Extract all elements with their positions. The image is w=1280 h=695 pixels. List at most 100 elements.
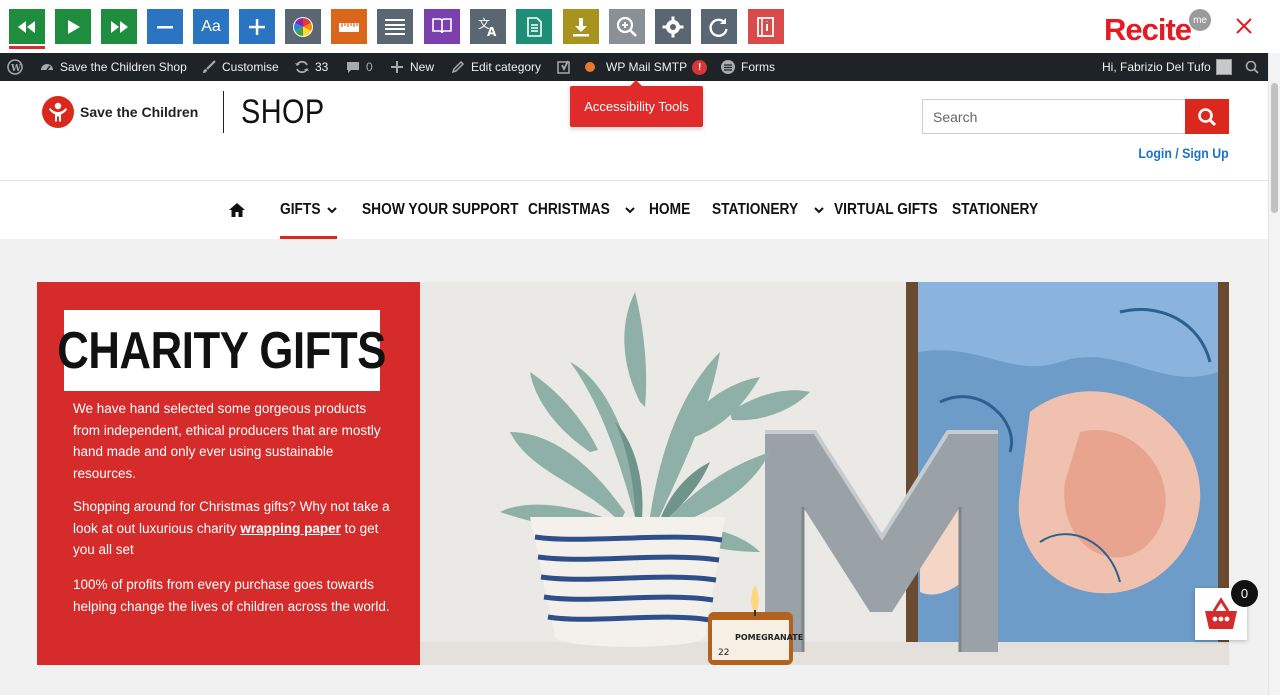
pencil-icon	[450, 59, 466, 75]
recite-toolbar: Aa 文A Recite me	[0, 0, 1280, 53]
admin-account-menu[interactable]: Hi, Fabrizio Del Tufo	[1102, 53, 1232, 81]
reset-button[interactable]	[701, 9, 737, 44]
text-only-icon	[527, 16, 542, 37]
admin-site-link[interactable]: Save the Children Shop	[39, 53, 187, 81]
refresh-icon	[294, 59, 310, 75]
dictionary-button[interactable]	[424, 9, 460, 44]
recite-logo-badge: me	[1189, 9, 1212, 31]
recite-logo-text: Recite	[1104, 12, 1192, 47]
wrapping-paper-link[interactable]: wrapping paper	[240, 521, 341, 536]
search-input[interactable]	[922, 99, 1185, 134]
rewind-button[interactable]	[9, 9, 45, 49]
ruler-icon	[339, 22, 359, 32]
dictionary-icon	[432, 17, 452, 33]
admin-smtp-link[interactable]: WP Mail SMTP !	[606, 53, 708, 81]
download-icon	[573, 17, 589, 36]
fast-forward-icon	[111, 20, 128, 33]
color-settings-button[interactable]	[285, 9, 321, 44]
nav-item-label: STATIONERY	[712, 201, 799, 218]
yoast-icon	[556, 59, 572, 75]
dashboard-icon	[39, 59, 55, 75]
font-button[interactable]: Aa	[193, 9, 229, 44]
recite-logo: Recite me	[1104, 9, 1212, 50]
recite-close-button[interactable]	[1230, 12, 1258, 40]
search-icon	[1198, 107, 1217, 126]
admin-comments-link[interactable]: 0	[345, 53, 373, 81]
nav-home-icon-link[interactable]	[228, 181, 246, 239]
nav-item-gifts[interactable]: GIFTS	[280, 181, 338, 239]
search-form	[922, 99, 1229, 134]
nav-item-stationery-menu[interactable]: STATIONERY	[712, 181, 824, 239]
chevron-down-icon	[327, 206, 337, 213]
screen-mask-icon	[385, 18, 405, 35]
wordpress-menu[interactable]: W	[7, 53, 23, 81]
home-icon	[229, 203, 245, 217]
main-nav: GIFTS SHOW YOUR SUPPORT CHRISTMAS HOME S…	[0, 181, 1268, 239]
scrollbar-thumb[interactable]	[1271, 83, 1278, 213]
brand-logo[interactable]: Save the Children	[42, 96, 198, 128]
admin-customise-link[interactable]: Customise	[201, 53, 279, 81]
admin-forms-link[interactable]: Forms	[720, 53, 775, 81]
magnifier-icon	[616, 16, 637, 37]
nav-item-label: GIFTS	[280, 201, 321, 218]
brush-icon	[201, 59, 217, 75]
admin-updates-link[interactable]: 33	[294, 53, 328, 81]
guide-button[interactable]	[748, 9, 784, 44]
admin-greeting: Hi, Fabrizio Del Tufo	[1102, 60, 1211, 74]
admin-edit-category-label: Edit category	[471, 60, 542, 74]
text-only-button[interactable]	[516, 9, 552, 44]
hero-title-box: CHARITY GIFTS	[58, 310, 387, 391]
shop-title: SHOP	[241, 93, 325, 131]
hero-paragraph-3: 100% of profits from every purchase goes…	[73, 577, 390, 614]
fast-forward-button[interactable]	[101, 9, 137, 44]
wp-admin-bar: W Save the Children Shop Customise 33 0 …	[0, 53, 1268, 81]
play-button[interactable]	[55, 9, 91, 44]
forms-icon	[720, 59, 736, 75]
admin-smtp-label: WP Mail SMTP	[606, 60, 688, 74]
save-the-children-logo-icon	[42, 96, 74, 128]
candle-number: 22	[718, 648, 729, 658]
screen-mask-button[interactable]	[377, 9, 413, 44]
admin-edit-category-link[interactable]: Edit category	[450, 53, 541, 81]
hero-paragraph-2: Shopping around for Christmas gifts? Why…	[73, 496, 393, 561]
admin-forms-label: Forms	[741, 60, 775, 74]
increase-text-button[interactable]	[239, 9, 275, 44]
search-button[interactable]	[1185, 99, 1229, 134]
admin-updates-count: 33	[315, 60, 329, 74]
ruler-button[interactable]	[331, 9, 367, 44]
brand-name: Save the Children	[80, 104, 199, 120]
cart-count-badge: 0	[1231, 580, 1258, 607]
color-wheel-icon	[293, 16, 313, 37]
admin-site-name: Save the Children Shop	[60, 60, 187, 74]
settings-button[interactable]	[655, 9, 691, 44]
admin-search-button[interactable]	[1244, 53, 1260, 81]
nav-item-label: HOME	[649, 201, 691, 218]
nav-item-show-your-support[interactable]: SHOW YOUR SUPPORT	[362, 181, 544, 239]
close-icon	[1236, 18, 1252, 34]
nav-item-virtual-gifts[interactable]: VIRTUAL GIFTS	[834, 181, 955, 239]
translate-button[interactable]: 文A	[470, 9, 506, 44]
search-icon	[1244, 59, 1260, 75]
login-signup-link[interactable]: Login / Sign Up	[1139, 145, 1229, 161]
download-button[interactable]	[563, 9, 599, 44]
avatar	[1215, 59, 1232, 75]
comment-icon	[345, 59, 361, 75]
hero-photo-illustration: POMEGRANATE 22	[420, 282, 1229, 665]
reset-icon	[709, 17, 728, 37]
magnifier-button[interactable]	[609, 9, 645, 44]
accessibility-tools-tooltip: Accessibility Tools	[570, 80, 703, 127]
admin-yoast-link[interactable]	[556, 53, 595, 81]
yoast-status-dot	[585, 62, 595, 72]
admin-customise-label: Customise	[222, 60, 279, 74]
nav-item-christmas[interactable]: CHRISTMAS	[528, 181, 635, 239]
plus-icon	[389, 59, 405, 75]
decrease-text-button[interactable]	[147, 9, 183, 44]
nav-item-home[interactable]: HOME	[649, 181, 697, 239]
admin-new-link[interactable]: New	[389, 53, 434, 81]
rewind-icon	[18, 20, 35, 33]
nav-item-stationery[interactable]: STATIONERY	[952, 181, 1052, 239]
header-divider	[223, 91, 224, 133]
hero-image: POMEGRANATE 22	[420, 282, 1229, 665]
page-scrollbar[interactable]	[1268, 53, 1280, 695]
translate-icon: 文A	[478, 16, 497, 39]
